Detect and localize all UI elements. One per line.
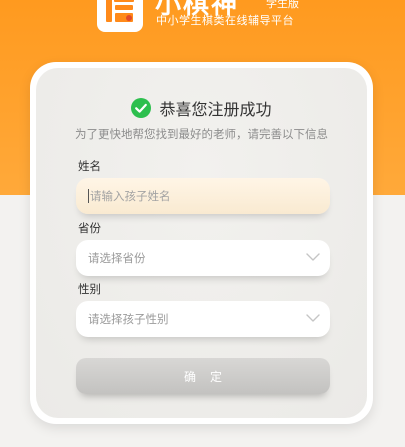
province-select[interactable]: 请选择省份 bbox=[76, 240, 330, 276]
name-field[interactable] bbox=[76, 178, 330, 214]
check-circle-icon bbox=[131, 98, 152, 118]
chess-logo-icon bbox=[106, 0, 134, 22]
name-input[interactable] bbox=[90, 189, 290, 203]
province-placeholder: 请选择省份 bbox=[88, 251, 146, 265]
chevron-down-icon bbox=[306, 253, 320, 261]
app-logo bbox=[97, 0, 143, 32]
app-tagline: 中小学生棋类在线辅导平台 bbox=[156, 14, 294, 27]
success-subtitle: 为了更快地帮您找到最好的老师，请完善以下信息 bbox=[75, 127, 328, 141]
success-title: 恭喜您注册成功 bbox=[159, 100, 272, 119]
registration-card: 恭喜您注册成功 为了更快地帮您找到最好的老师，请完善以下信息 姓名 省份 请选择… bbox=[30, 62, 373, 424]
gender-label: 性别 bbox=[78, 282, 101, 296]
registration-card-body: 恭喜您注册成功 为了更快地帮您找到最好的老师，请完善以下信息 姓名 省份 请选择… bbox=[36, 68, 367, 418]
gender-select[interactable]: 请选择孩子性别 bbox=[76, 301, 330, 337]
name-label: 姓名 bbox=[78, 159, 101, 173]
gender-placeholder: 请选择孩子性别 bbox=[88, 312, 169, 326]
text-cursor bbox=[88, 189, 89, 203]
confirm-button[interactable]: 确定 bbox=[76, 358, 330, 394]
success-title-row: 恭喜您注册成功 bbox=[36, 96, 367, 120]
province-label: 省份 bbox=[78, 221, 101, 235]
chevron-down-icon bbox=[306, 314, 320, 322]
edition-label: 学生版 bbox=[266, 0, 299, 10]
